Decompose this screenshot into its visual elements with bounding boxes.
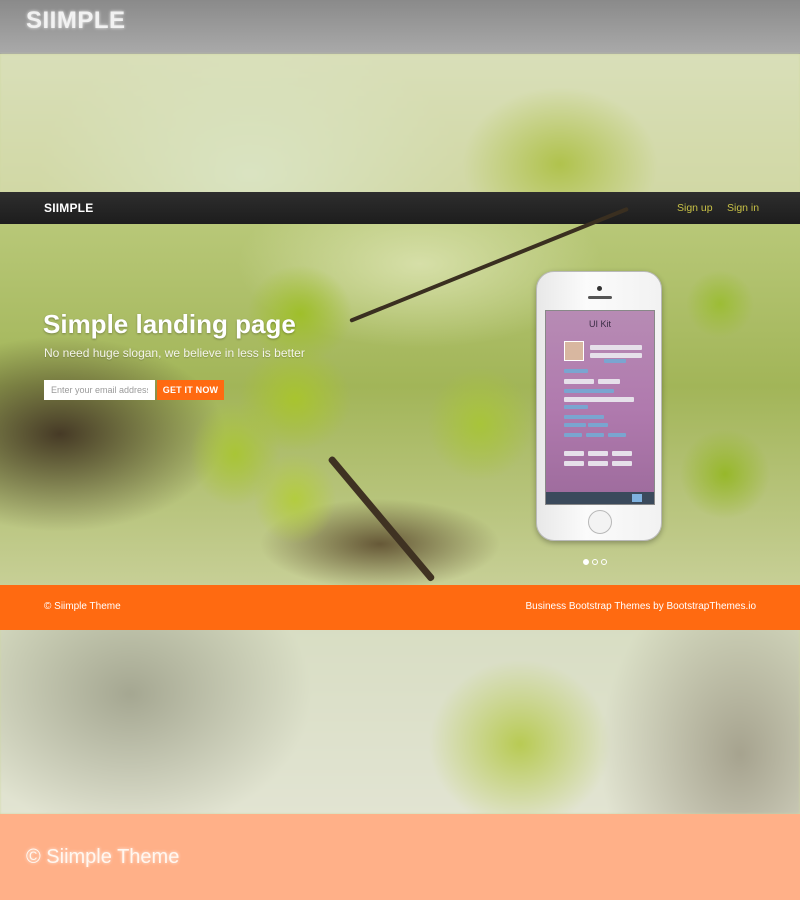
screen-bar (564, 433, 582, 437)
screen-field (588, 461, 608, 466)
screen-field (612, 451, 632, 456)
screen-toolbar-button (632, 494, 642, 502)
hero-section: Simple landing page No need huge slogan,… (0, 206, 800, 585)
avatar (564, 341, 584, 361)
navbar: SIIMPLE Sign up Sign in (0, 192, 800, 224)
camera-icon (597, 286, 602, 291)
carousel-dot[interactable] (592, 559, 598, 565)
landing-page-preview: SIIMPLE Sign up Sign in Simple landing p… (0, 192, 800, 630)
screen-bar (564, 389, 614, 393)
screen-field (564, 461, 584, 466)
screen-field (598, 379, 620, 384)
screen-field (612, 461, 632, 466)
email-input[interactable] (44, 380, 155, 400)
carousel-dot[interactable] (601, 559, 607, 565)
screen-bar (588, 423, 608, 427)
footer-copyright: © Siimple Theme (44, 601, 121, 612)
screen-toolbar (546, 492, 654, 504)
brand-logo[interactable]: SIIMPLE (44, 201, 93, 215)
screen-field (564, 379, 594, 384)
get-it-now-button[interactable]: GET IT NOW (157, 380, 224, 400)
screen-button (604, 359, 626, 363)
screen-field (590, 345, 642, 350)
screen-field (564, 451, 584, 456)
tree-branch (327, 455, 436, 583)
home-button-icon (588, 510, 612, 534)
screen-field (564, 397, 634, 402)
nav-signin-link[interactable]: Sign in (727, 202, 759, 214)
hero-title: Simple landing page (43, 309, 296, 339)
speaker-icon (588, 296, 612, 299)
nav-signup-link[interactable]: Sign up (677, 202, 713, 214)
screen-button (564, 369, 588, 373)
screen-field (588, 451, 608, 456)
screen-bar (564, 415, 604, 419)
footer: © Siimple Theme Business Bootstrap Theme… (0, 585, 800, 630)
screen-bar (608, 433, 626, 437)
carousel-indicators (583, 552, 610, 570)
screen-bar (564, 423, 586, 427)
backdrop-logo: SIIMPLE (26, 7, 126, 34)
phone-mockup: UI Kit (536, 271, 662, 541)
backdrop-header: SIIMPLE (0, 0, 800, 54)
screen-bar (564, 405, 588, 409)
hero-slogan: No need huge slogan, we believe in less … (44, 346, 305, 360)
carousel-dot[interactable] (583, 559, 589, 565)
footer-credit-link[interactable]: Business Bootstrap Themes by BootstrapTh… (526, 601, 756, 612)
phone-screen: UI Kit (545, 310, 655, 505)
screen-field (590, 353, 642, 358)
backdrop-copyright: © Siimple Theme (26, 846, 180, 868)
screen-title: UI Kit (588, 319, 611, 329)
screen-bar (586, 433, 604, 437)
